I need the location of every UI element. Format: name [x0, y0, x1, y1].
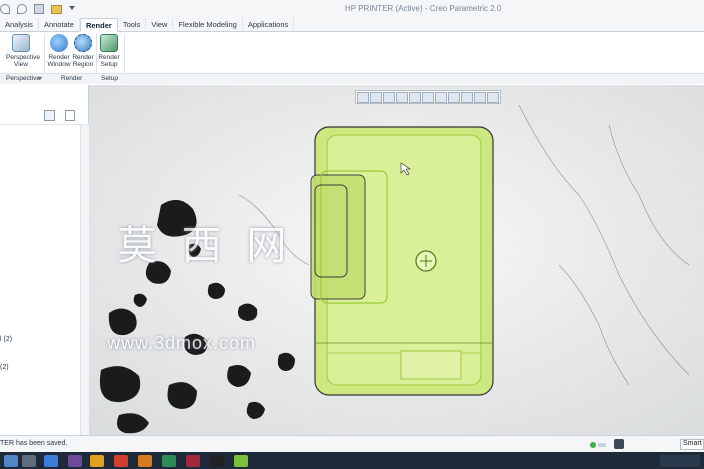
taskbar-app-icon[interactable]	[234, 455, 248, 467]
tab-analysis[interactable]: Analysis	[0, 18, 39, 32]
start-button-icon[interactable]	[4, 455, 18, 467]
model-tree-panel: l (2) (2)	[0, 85, 89, 435]
undo-icon[interactable]	[0, 4, 10, 14]
tree-settings-icon[interactable]	[44, 110, 55, 121]
status-progress-icon	[598, 443, 606, 447]
tab-tools[interactable]: Tools	[118, 18, 147, 32]
render-window-icon	[50, 34, 68, 52]
title-bar: HP PRINTER (Active) - Creo Parametric 2.…	[0, 0, 704, 18]
status-message: TER has been saved.	[0, 440, 68, 447]
refit-icon[interactable]	[357, 92, 369, 103]
os-taskbar	[0, 452, 704, 469]
more-icon[interactable]	[69, 6, 75, 12]
status-bar: TER has been saved. Smart	[0, 435, 704, 452]
tab-annotate[interactable]: Annotate	[39, 18, 80, 32]
render-region-icon	[74, 34, 92, 52]
tab-flexible-modeling[interactable]: Flexible Modeling	[173, 18, 243, 32]
taskbar-app-icon[interactable]	[138, 455, 152, 467]
named-view-icon[interactable]	[409, 92, 421, 103]
zoom-out-icon[interactable]	[383, 92, 395, 103]
system-tray[interactable]	[660, 455, 700, 467]
redo-icon[interactable]	[17, 4, 27, 14]
display-style-icon[interactable]	[422, 92, 434, 103]
render-setup-button[interactable]: Render Setup	[94, 34, 124, 68]
group-label-setup: Setup	[101, 75, 118, 82]
taskbar-app-icon[interactable]	[22, 455, 36, 467]
quick-access-toolbar	[0, 2, 75, 16]
taskbar-app-icon[interactable]	[114, 455, 128, 467]
render-setup-icon	[100, 34, 118, 52]
group-label-perspective[interactable]: Perspective	[6, 75, 40, 82]
model-tree-scrollbar[interactable]	[80, 125, 89, 435]
view-toolbar	[355, 90, 501, 104]
taskbar-app-icon[interactable]	[44, 455, 58, 467]
tab-view[interactable]: View	[146, 18, 174, 32]
selection-filter-dropdown[interactable]: Smart	[680, 439, 704, 450]
repaint-icon[interactable]	[396, 92, 408, 103]
section-icon[interactable]	[448, 92, 460, 103]
annotation-display-icon[interactable]	[487, 92, 499, 103]
tab-render[interactable]: Render	[79, 18, 118, 32]
ribbon-tabs: Analysis Annotate Render Tools View Flex…	[0, 18, 704, 32]
tab-applications[interactable]: Applications	[243, 18, 295, 32]
model-tree-toolbar	[0, 107, 89, 125]
selection-filter-icon[interactable]	[614, 439, 624, 449]
taskbar-app-icon[interactable]	[90, 455, 104, 467]
graphics-viewport[interactable]: 莫 西 网 www.3dmox.com	[89, 85, 704, 435]
taskbar-app-icon[interactable]	[210, 455, 224, 467]
group-label-render: Render	[61, 75, 83, 82]
open-folder-icon[interactable]	[51, 4, 62, 14]
chevron-down-icon[interactable]	[38, 77, 42, 80]
ribbon-group-labels: Perspective Render Setup	[0, 73, 704, 84]
watermark-chinese: 莫 西 网	[117, 223, 293, 269]
taskbar-app-icon[interactable]	[186, 455, 200, 467]
perspective-view-button[interactable]: Perspective View	[6, 34, 40, 68]
saved-orientations-icon[interactable]	[435, 92, 447, 103]
datum-display-icon[interactable]	[461, 92, 473, 103]
spin-center-icon[interactable]	[474, 92, 486, 103]
status-indicator-icon	[590, 442, 596, 448]
tree-item[interactable]: l (2)	[0, 336, 12, 343]
perspective-view-icon	[12, 34, 30, 52]
taskbar-app-icon[interactable]	[68, 455, 82, 467]
regenerate-icon[interactable]	[34, 4, 44, 14]
tree-item[interactable]: (2)	[0, 364, 9, 371]
window-title: HP PRINTER (Active) - Creo Parametric 2.…	[345, 4, 502, 13]
zoom-in-icon[interactable]	[370, 92, 382, 103]
watermark-url: www.3dmox.com	[107, 333, 257, 353]
taskbar-app-icon[interactable]	[162, 455, 176, 467]
tree-filter-icon[interactable]	[65, 110, 75, 121]
